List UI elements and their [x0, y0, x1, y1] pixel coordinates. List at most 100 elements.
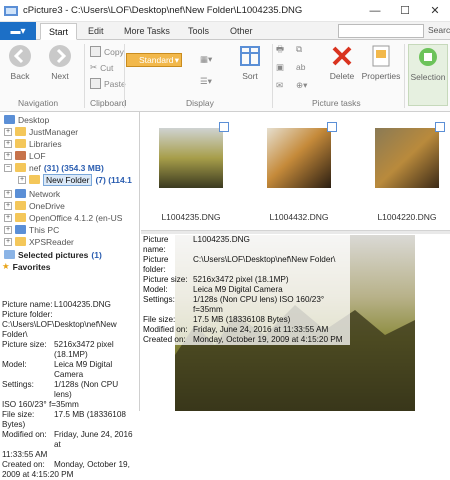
properties-label: Properties	[361, 71, 401, 81]
selection-icon	[416, 45, 440, 69]
prop-key: Created on:	[143, 335, 186, 344]
tree-item-desktop[interactable]: Desktop	[4, 114, 49, 125]
expand-icon[interactable]: +	[4, 189, 12, 198]
maximize-icon[interactable]: ☐	[390, 0, 420, 22]
folder-icon	[15, 139, 26, 148]
cut-button[interactable]: ✂ Cut	[90, 62, 113, 73]
copy-button[interactable]: Copy	[90, 46, 124, 57]
thumbnail-item[interactable]: L1004235.DNG	[153, 118, 229, 222]
image-icon: ▣	[276, 62, 285, 72]
rename-button[interactable]: ab	[296, 62, 305, 72]
next-button[interactable]: Next	[42, 44, 78, 81]
tab-other[interactable]: Other	[222, 23, 261, 40]
tab-start[interactable]: Start	[40, 23, 78, 40]
select-checkbox[interactable]	[327, 122, 337, 132]
plus-icon: ⊕▾	[296, 80, 308, 90]
expand-icon[interactable]: +	[4, 127, 12, 136]
mail-button[interactable]: ✉	[276, 80, 283, 91]
prop-row: C:\Users\LOF\Desktop\nef\New Folder\	[2, 320, 136, 340]
expand-icon[interactable]: +	[4, 225, 12, 234]
title-bar: cPicture3 - C:\Users\LOF\Desktop\nef\New…	[0, 0, 450, 22]
favorites-item[interactable]: ★ Favorites	[2, 261, 50, 272]
expand-icon[interactable]: +	[4, 151, 12, 160]
ribbon-tabs: ▬▾ Start Edit More Tasks Tools Other Sea…	[0, 22, 450, 40]
thumbnail-caption: L1004220.DNG	[377, 212, 437, 222]
pane-splitter[interactable]	[141, 230, 450, 234]
tree-label: Network	[29, 188, 61, 199]
selected-pictures-count: (1)	[91, 249, 102, 260]
prop-value: Leica M9 Digital Camera	[193, 285, 283, 294]
thumbnail-item[interactable]: L1004220.DNG	[369, 118, 445, 222]
tree-item-new-folder[interactable]: + New Folder (7) (114.1	[18, 173, 132, 186]
collapse-icon[interactable]: −	[4, 163, 12, 172]
prop-key: Picture name:	[143, 235, 169, 254]
view-grid-button[interactable]: ▦▾	[200, 54, 212, 65]
tab-more-tasks[interactable]: More Tasks	[116, 23, 178, 40]
prop-row: 11:33:55 AM	[2, 450, 136, 460]
expand-icon[interactable]: +	[4, 237, 12, 246]
view-list-button[interactable]: ☰▾	[200, 76, 212, 87]
prop-key: Picture size:	[2, 340, 47, 349]
prop-row: Picture folder: C:\Users\LOF\Desktop\nef\…	[143, 255, 348, 275]
selected-pictures-item[interactable]: Selected pictures (1)	[4, 249, 102, 260]
expand-icon[interactable]: +	[4, 201, 12, 210]
tab-edit[interactable]: Edit	[80, 23, 112, 40]
ribbon-separator	[84, 44, 85, 108]
search-input[interactable]	[338, 24, 424, 38]
tree-item-nef[interactable]: − nef (31) (354.3 MB)	[4, 162, 104, 173]
expand-icon[interactable]: +	[18, 175, 26, 184]
tree-item-this-pc[interactable]: + This PC	[4, 224, 59, 235]
standard-view-dropdown[interactable]: Standard ▾	[126, 53, 182, 67]
right-pane: L1004235.DNG L1004432.DNG L1004220.DNG P…	[141, 112, 450, 411]
prop-value: L1004235.DNG	[54, 300, 111, 309]
tree-label: OpenOffice 4.1.2 (en-US	[29, 212, 123, 223]
tree-label: nef	[29, 162, 41, 173]
tree-item-libraries[interactable]: + Libraries	[4, 138, 62, 149]
window-title: cPicture3 - C:\Users\LOF\Desktop\nef\New…	[23, 5, 303, 16]
prop-row: Modified on: Friday, June 24, 2016 at	[2, 430, 136, 450]
prop-row: Settings: 1/128s (Non CPU lens)	[2, 380, 136, 400]
thumbnail-item[interactable]: L1004432.DNG	[261, 118, 337, 222]
back-button[interactable]: Back	[2, 44, 38, 81]
paste-button[interactable]: Paste	[90, 78, 126, 89]
clipboard-group-label: Clipboard	[90, 98, 127, 108]
tree-item-xpsreader[interactable]: + XPSReader	[4, 236, 74, 247]
prop-row: Created on: Monday, October 19,	[2, 460, 136, 470]
pictures-icon	[4, 250, 15, 259]
select-checkbox[interactable]	[435, 122, 445, 132]
prop-row: Modified on: Friday, June 24, 2016 at 11:…	[143, 325, 348, 335]
tree-item-lof[interactable]: + LOF	[4, 150, 46, 161]
properties-icon	[369, 44, 393, 68]
expand-icon[interactable]: +	[4, 139, 12, 148]
rename-icon: ab	[296, 62, 306, 72]
sort-button[interactable]: Sort	[232, 44, 268, 81]
menu-icon: ▬▾	[10, 25, 26, 37]
tree-item-onedrive[interactable]: + OneDrive	[4, 200, 65, 211]
print-button[interactable]: 🖶	[276, 44, 284, 58]
copy-to-icon: ⧉	[296, 44, 303, 54]
properties-button[interactable]: Properties	[360, 44, 402, 81]
prop-value: Leica M9 Digital Camera	[54, 360, 113, 379]
tree-item-justmanager[interactable]: + JustManager	[4, 126, 78, 137]
folder-icon	[15, 127, 26, 136]
navigation-group-label: Navigation	[18, 98, 59, 108]
copy-to-button[interactable]: ⧉	[296, 44, 302, 55]
preview-info-overlay: Picture name: L1004235.DNG Picture folder…	[141, 235, 350, 345]
tree-item-network[interactable]: + Network	[4, 188, 60, 199]
tree-item-openoffice[interactable]: + OpenOffice 4.1.2 (en-US	[4, 212, 122, 223]
prop-value: 2009 at 4:15:20 PM	[2, 470, 74, 479]
close-icon[interactable]: ✕	[420, 0, 450, 22]
app-menu-button[interactable]: ▬▾	[0, 22, 36, 40]
expand-icon[interactable]: +	[4, 213, 12, 222]
select-checkbox[interactable]	[219, 122, 229, 132]
delete-button[interactable]: Delete	[324, 44, 360, 81]
tab-tools[interactable]: Tools	[180, 23, 217, 40]
back-arrow-icon	[8, 44, 32, 68]
image-button[interactable]: ▣	[276, 62, 284, 73]
prop-value: 1/128s (Non CPU lens)	[54, 380, 119, 399]
minimize-icon[interactable]: —	[360, 0, 390, 22]
selection-button[interactable]: Selection	[408, 44, 448, 106]
more-button[interactable]: ⊕▾	[296, 80, 307, 91]
prop-row: Created on: Monday, October 19, 2009 at 4…	[143, 335, 348, 345]
thumbnail-image	[267, 128, 331, 188]
